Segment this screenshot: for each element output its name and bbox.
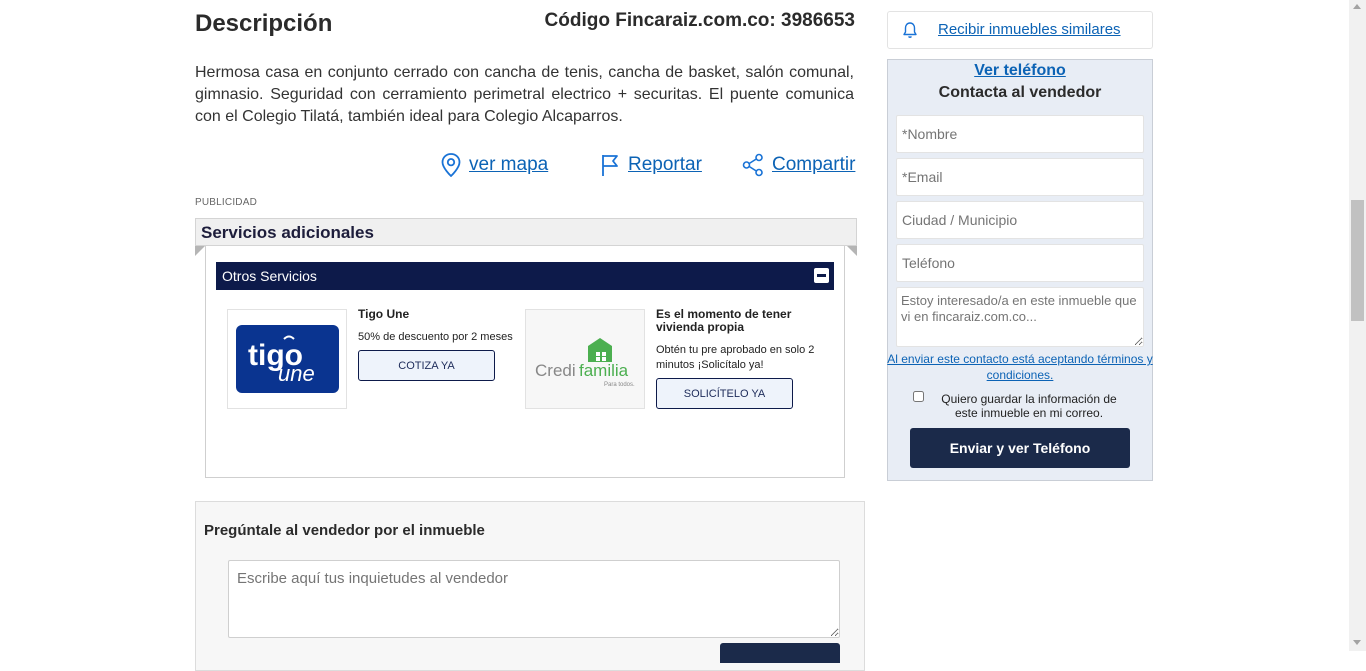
- scroll-up-arrow[interactable]: [1353, 4, 1361, 9]
- une-logo-text: une: [278, 361, 315, 386]
- ask-send-button[interactable]: [720, 643, 840, 663]
- other-services-label: Otros Servicios: [222, 268, 317, 284]
- city-field[interactable]: [896, 201, 1144, 239]
- view-map-label[interactable]: ver mapa: [469, 154, 548, 176]
- credifamilia-text: Obtén tu pre aprobado en solo 2 minutos …: [656, 344, 815, 371]
- minus-icon: [817, 274, 826, 277]
- similar-properties-link[interactable]: Recibir inmuebles similares: [938, 21, 1121, 38]
- ribbon-corner-right: [847, 246, 857, 256]
- ad-label: PUBLICIDAD: [195, 197, 258, 208]
- email-field[interactable]: [896, 158, 1144, 196]
- description-text: Hermosa casa en conjunto cerrado con can…: [195, 64, 854, 125]
- property-code: Código Fincaraiz.com.co: 3986653: [544, 10, 855, 31]
- ask-seller-textarea[interactable]: [228, 560, 840, 638]
- contact-title: Contacta al vendedor: [938, 84, 1102, 101]
- credi-logo-text: Credi: [535, 361, 576, 380]
- credifamilia-logo: Credi familia Para todos.: [535, 338, 635, 388]
- view-phone-link[interactable]: Ver teléfono: [887, 62, 1153, 80]
- bell-icon: [903, 22, 917, 38]
- report-link[interactable]: Reportar: [600, 152, 702, 178]
- tigo-text: 50% de descuento por 2 meses: [358, 331, 513, 343]
- services-title: Servicios adicionales: [201, 223, 374, 242]
- report-label[interactable]: Reportar: [628, 154, 702, 176]
- ribbon-corner-left: [195, 246, 205, 256]
- house-icon: [588, 338, 612, 362]
- scroll-thumb[interactable]: [1351, 200, 1364, 321]
- save-info-checkbox[interactable]: [913, 391, 924, 402]
- tigo-une-logo[interactable]: tigo une: [236, 325, 339, 393]
- scrollbar[interactable]: [1349, 0, 1366, 651]
- collapse-button[interactable]: [814, 268, 829, 283]
- terms-link[interactable]: Al enviar este contacto está aceptando t…: [887, 351, 1153, 383]
- share-icon: [742, 153, 763, 177]
- phone-field[interactable]: [896, 244, 1144, 282]
- share-label[interactable]: Compartir: [772, 154, 855, 176]
- map-pin-icon: [441, 153, 461, 177]
- description-title: Descripción: [195, 10, 333, 37]
- share-link[interactable]: Compartir: [742, 152, 855, 178]
- view-map-link[interactable]: ver mapa: [441, 152, 548, 178]
- tigo-quote-button[interactable]: COTIZA YA: [358, 350, 495, 381]
- tigo-title: Tigo Une: [358, 307, 410, 321]
- save-info-label: Quiero guardar la información de este in…: [941, 392, 1117, 420]
- credi-tagline: Para todos.: [604, 382, 635, 388]
- scroll-down-arrow[interactable]: [1353, 640, 1361, 645]
- submit-contact-button[interactable]: Enviar y ver Teléfono: [910, 428, 1130, 468]
- credifamilia-request-button[interactable]: SOLICÍTELO YA: [656, 378, 793, 409]
- credifamilia-logo-frame[interactable]: Credi familia Para todos.: [525, 309, 645, 409]
- name-field[interactable]: [896, 115, 1144, 153]
- message-field[interactable]: [896, 287, 1144, 347]
- flag-icon: [602, 155, 618, 176]
- familia-logo-text: familia: [579, 361, 629, 380]
- ask-seller-title: Pregúntale al vendedor por el inmueble: [204, 522, 485, 539]
- credifamilia-title: Es el momento de tener vivienda propia: [656, 307, 792, 334]
